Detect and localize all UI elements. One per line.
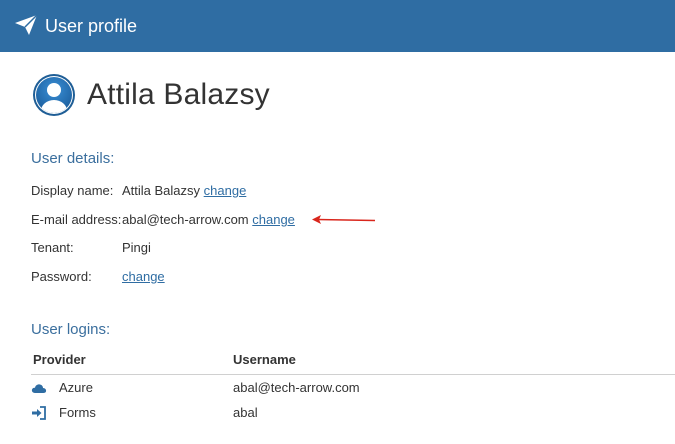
table-header: Provider Username: [31, 347, 675, 375]
column-header-username: Username: [233, 352, 296, 367]
username-cell: abal: [233, 405, 258, 420]
cloud-icon: [31, 384, 47, 393]
user-logins-title: User logins:: [31, 321, 111, 338]
tenant-label: Tenant:: [31, 240, 74, 255]
table-row: Azure abal@tech-arrow.com: [31, 375, 675, 400]
logins-table: Provider Username Azure abal@tech-arrow.…: [31, 347, 675, 425]
top-bar: User profile: [0, 0, 675, 52]
email-change-link[interactable]: change: [252, 212, 295, 227]
username-cell: abal@tech-arrow.com: [233, 380, 360, 395]
display-name-value: Attila Balazsy: [122, 183, 201, 198]
password-change-link[interactable]: change: [122, 268, 165, 286]
user-profile-page: User profile Attila Balazsy User details…: [0, 0, 675, 444]
display-name-value-group: Attila Balazsy change: [122, 182, 246, 200]
user-avatar-icon: [33, 74, 75, 116]
user-details-title: User details:: [31, 150, 115, 167]
provider-cell: Azure: [59, 380, 93, 395]
tenant-value: Pingi: [122, 240, 151, 255]
paper-plane-icon: [15, 14, 38, 35]
email-value: abal@tech-arrow.com: [122, 212, 249, 227]
password-label: Password:: [31, 269, 92, 284]
annotation-arrow-icon: [312, 215, 376, 224]
sign-in-icon: [32, 406, 46, 420]
column-header-provider: Provider: [33, 352, 86, 367]
email-label: E-mail address:: [31, 212, 122, 227]
display-name-label: Display name:: [31, 183, 114, 198]
email-value-group: abal@tech-arrow.com change: [122, 211, 295, 229]
display-name-change-link[interactable]: change: [204, 183, 247, 198]
page-title: User profile: [45, 16, 138, 36]
profile-name: Attila Balazsy: [87, 78, 270, 111]
table-row: Forms abal: [31, 400, 675, 425]
provider-cell: Forms: [59, 405, 96, 420]
